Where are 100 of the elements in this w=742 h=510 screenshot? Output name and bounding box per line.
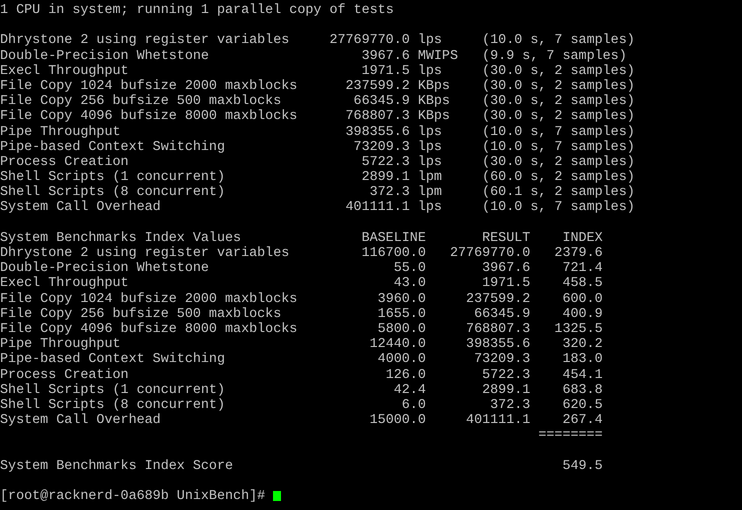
benchmark-name: File Copy 256 bufsize 500 maxblocks [0,306,282,322]
result-value: 27769770.0 [448,246,530,262]
index-value: 1325.5 [553,322,603,338]
index-value: 600.0 [561,292,603,307]
result-value: 768807.3 [465,322,530,338]
benchmark-name: Double-Precision Whetstone [0,261,210,276]
result-value: 3967.6 [481,261,530,276]
baseline-value: 1655.0 [376,306,426,322]
benchmark-unit: KBps [418,78,451,94]
benchmark-detail: (10.0 s, 7 samples) [482,200,635,216]
index-value: 458.5 [561,276,603,292]
benchmark-value: 5722.3 [360,154,410,170]
result-value: 372.3 [489,398,530,414]
result-value: 66345.9 [473,306,530,322]
text-cursor [273,490,282,501]
benchmark-name: Pipe-based Context Switching [0,352,226,368]
benchmark-value: 73209.3 [352,140,410,155]
baseline-value: 4000.0 [376,352,426,368]
column-header: BASELINE [360,230,426,246]
shell-prompt: [root@racknerd-0a689b UnixBench]# [0,489,266,504]
benchmark-name: Process Creation [0,368,130,383]
result-value: 237599.2 [465,292,530,307]
benchmark-name: System Call Overhead [0,200,162,216]
benchmark-detail: (30.0 s, 2 samples) [482,94,635,110]
benchmark-name: File Copy 1024 bufsize 2000 maxblocks [0,78,298,94]
result-value: 1971.5 [481,276,530,292]
column-header: RESULT [481,230,530,246]
index-value: 320.2 [561,337,603,352]
benchmark-name: Pipe Throughput [0,337,122,352]
baseline-value: 126.0 [384,368,426,383]
index-value: 683.8 [561,382,603,398]
column-header: INDEX [561,230,603,246]
benchmark-unit: KBps [418,109,451,124]
baseline-value: 55.0 [392,261,426,276]
benchmark-name: Double-Precision Whetstone [0,48,210,64]
benchmark-detail: (30.0 s, 2 samples) [482,109,635,124]
benchmark-name: Shell Scripts (8 concurrent) [0,185,226,200]
baseline-value: 116700.0 [360,246,426,262]
benchmark-name: Shell Scripts (1 concurrent) [0,170,226,186]
terminal-line: 1 CPU in system; running 1 parallel copy of tests [0,3,394,18]
benchmark-name: Dhrystone 2 using register variables [0,33,290,49]
benchmark-value: 372.3 [368,185,410,200]
benchmark-value: 768807.3 [344,109,410,124]
benchmark-unit: lpm [418,170,443,186]
benchmark-detail: (30.0 s, 2 samples) [482,64,635,79]
benchmark-name: Execl Throughput [0,64,130,79]
result-value: 2899.1 [481,382,530,398]
benchmark-value: 66345.9 [352,94,410,110]
benchmark-unit: lps [418,124,443,140]
index-value: 400.9 [561,306,603,322]
result-value: 5722.3 [481,368,530,383]
result-value: 401111.1 [465,413,530,428]
benchmark-name: Execl Throughput [0,276,130,292]
benchmark-value: 398355.6 [344,124,410,140]
benchmark-name: Pipe Throughput [0,124,122,140]
benchmark-name: Process Creation [0,154,130,170]
benchmark-detail: (10.0 s, 7 samples) [482,140,635,155]
benchmark-value: 27769770.0 [328,33,410,49]
benchmark-detail: (60.1 s, 2 samples) [482,185,635,200]
index-value: 454.1 [561,368,603,383]
baseline-value: 12440.0 [368,337,426,352]
index-value: 267.4 [561,413,603,428]
score-value: 549.5 [561,458,603,474]
benchmark-value: 3967.6 [360,48,410,64]
benchmark-unit: lps [418,200,443,216]
baseline-value: 42.4 [392,382,426,398]
benchmark-detail: (9.9 s, 7 samples) [482,48,627,64]
benchmark-name: Shell Scripts (1 concurrent) [0,382,226,398]
benchmark-detail: (60.0 s, 2 samples) [482,170,635,186]
index-value: 2379.6 [553,246,603,262]
result-value: 398355.6 [465,337,530,352]
baseline-value: 15000.0 [368,413,426,428]
index-value: 721.4 [561,261,603,276]
rule-text: ======== [537,428,603,444]
index-value: 620.5 [561,398,603,414]
benchmark-unit: MWIPS [418,48,460,64]
benchmark-unit: KBps [418,94,451,110]
baseline-value: 43.0 [392,276,426,292]
benchmark-unit: lpm [418,185,443,200]
score-label: System Benchmarks Index Score [0,458,234,474]
benchmark-name: Pipe-based Context Switching [0,140,226,155]
benchmark-name: Shell Scripts (8 concurrent) [0,398,226,413]
benchmark-name: File Copy 4096 bufsize 8000 maxblocks [0,109,298,124]
baseline-value: 6.0 [400,398,426,414]
benchmark-name: File Copy 4096 bufsize 8000 maxblocks [0,322,298,337]
index-value: 183.0 [561,352,603,368]
benchmark-name: File Copy 256 bufsize 500 maxblocks [0,94,282,110]
benchmark-detail: (10.0 s, 7 samples) [482,124,635,140]
index-title: System Benchmarks Index Values [0,230,242,246]
benchmark-name: Dhrystone 2 using register variables [0,246,290,261]
result-value: 73209.3 [473,352,530,368]
benchmark-detail: (10.0 s, 7 samples) [482,33,635,49]
benchmark-unit: lps [418,33,443,49]
benchmark-value: 401111.1 [344,200,410,216]
benchmark-unit: lps [418,64,443,79]
benchmark-unit: lps [418,140,443,155]
benchmark-name: File Copy 1024 bufsize 2000 maxblocks [0,292,298,307]
baseline-value: 3960.0 [376,292,426,307]
benchmark-unit: lps [418,154,443,170]
benchmark-value: 2899.1 [360,170,410,186]
